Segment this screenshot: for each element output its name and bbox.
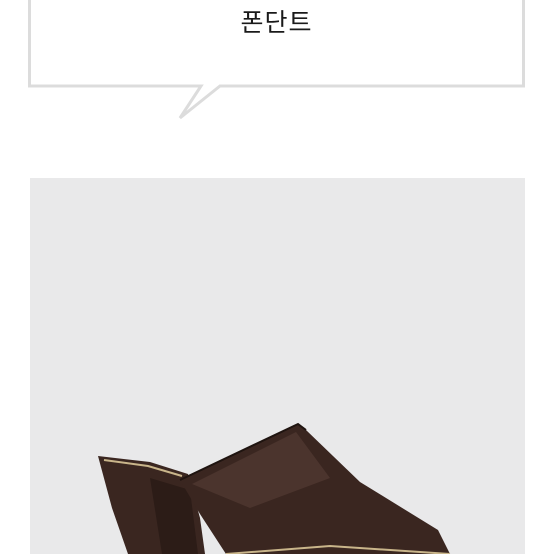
speech-bubble: 폰단트 bbox=[28, 0, 525, 120]
mule-sandal-icon bbox=[98, 422, 451, 554]
speech-bubble-label: 폰단트 bbox=[240, 8, 313, 37]
product-photo bbox=[30, 178, 525, 554]
